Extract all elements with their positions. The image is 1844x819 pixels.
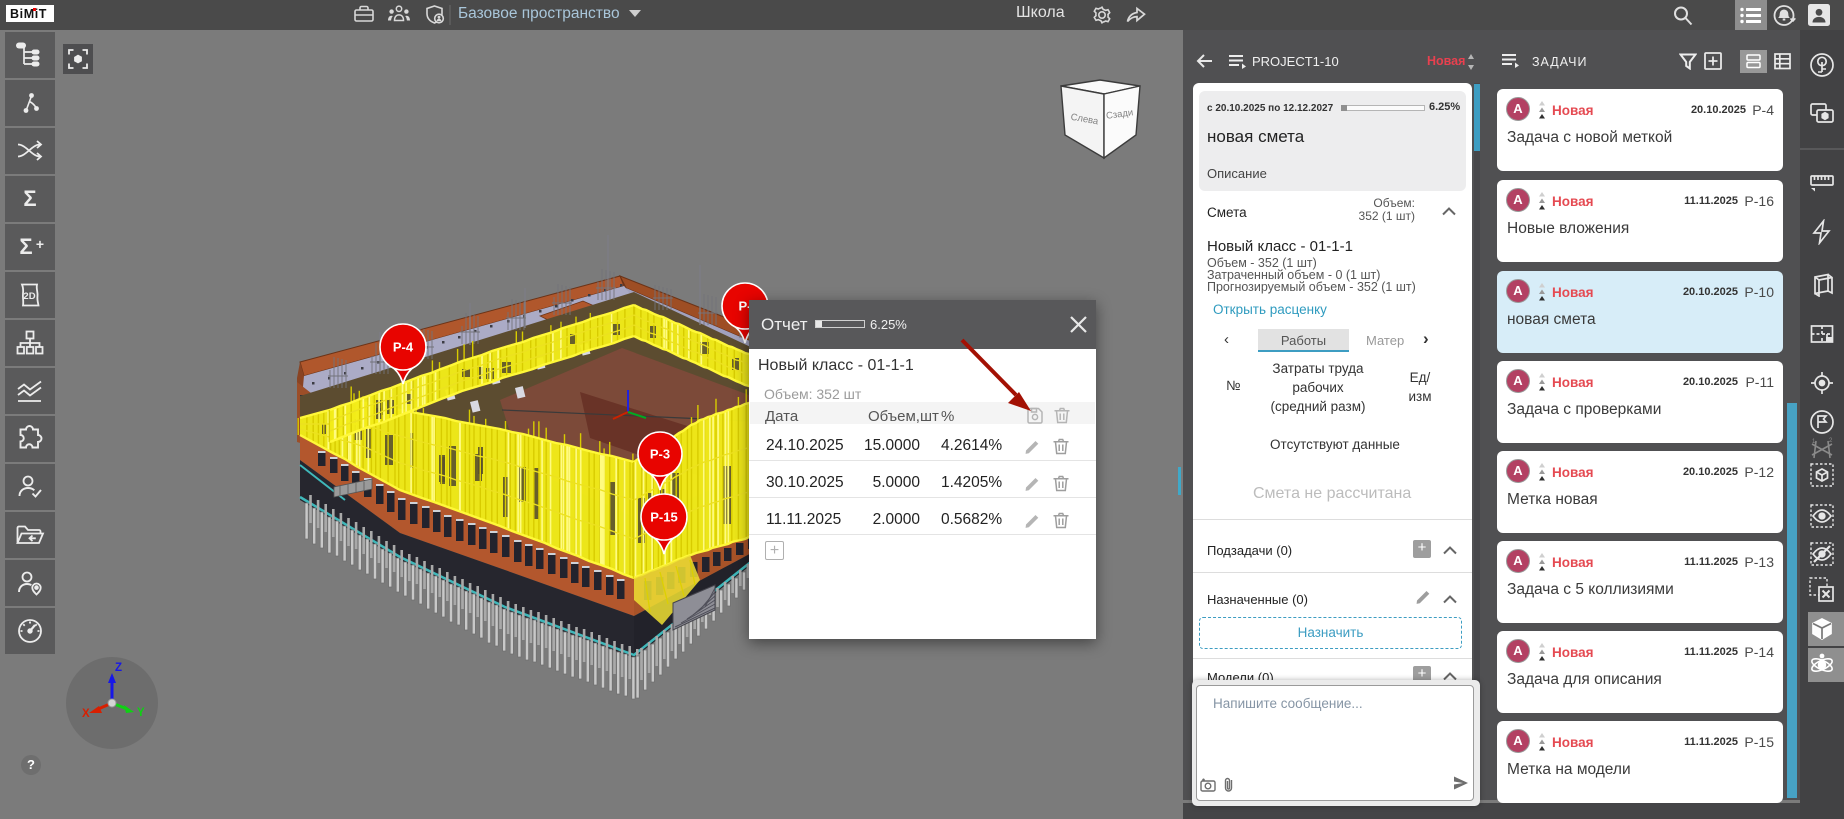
svg-text:2: 2 — [1829, 438, 1833, 444]
svg-text:P-3: P-3 — [650, 447, 670, 462]
svg-text:P-15: P-15 — [650, 510, 677, 525]
svg-text:X: X — [82, 708, 90, 720]
svg-text:P-4: P-4 — [393, 340, 414, 355]
svg-text:Z: Z — [115, 662, 122, 674]
svg-text:Y: Y — [137, 707, 145, 719]
